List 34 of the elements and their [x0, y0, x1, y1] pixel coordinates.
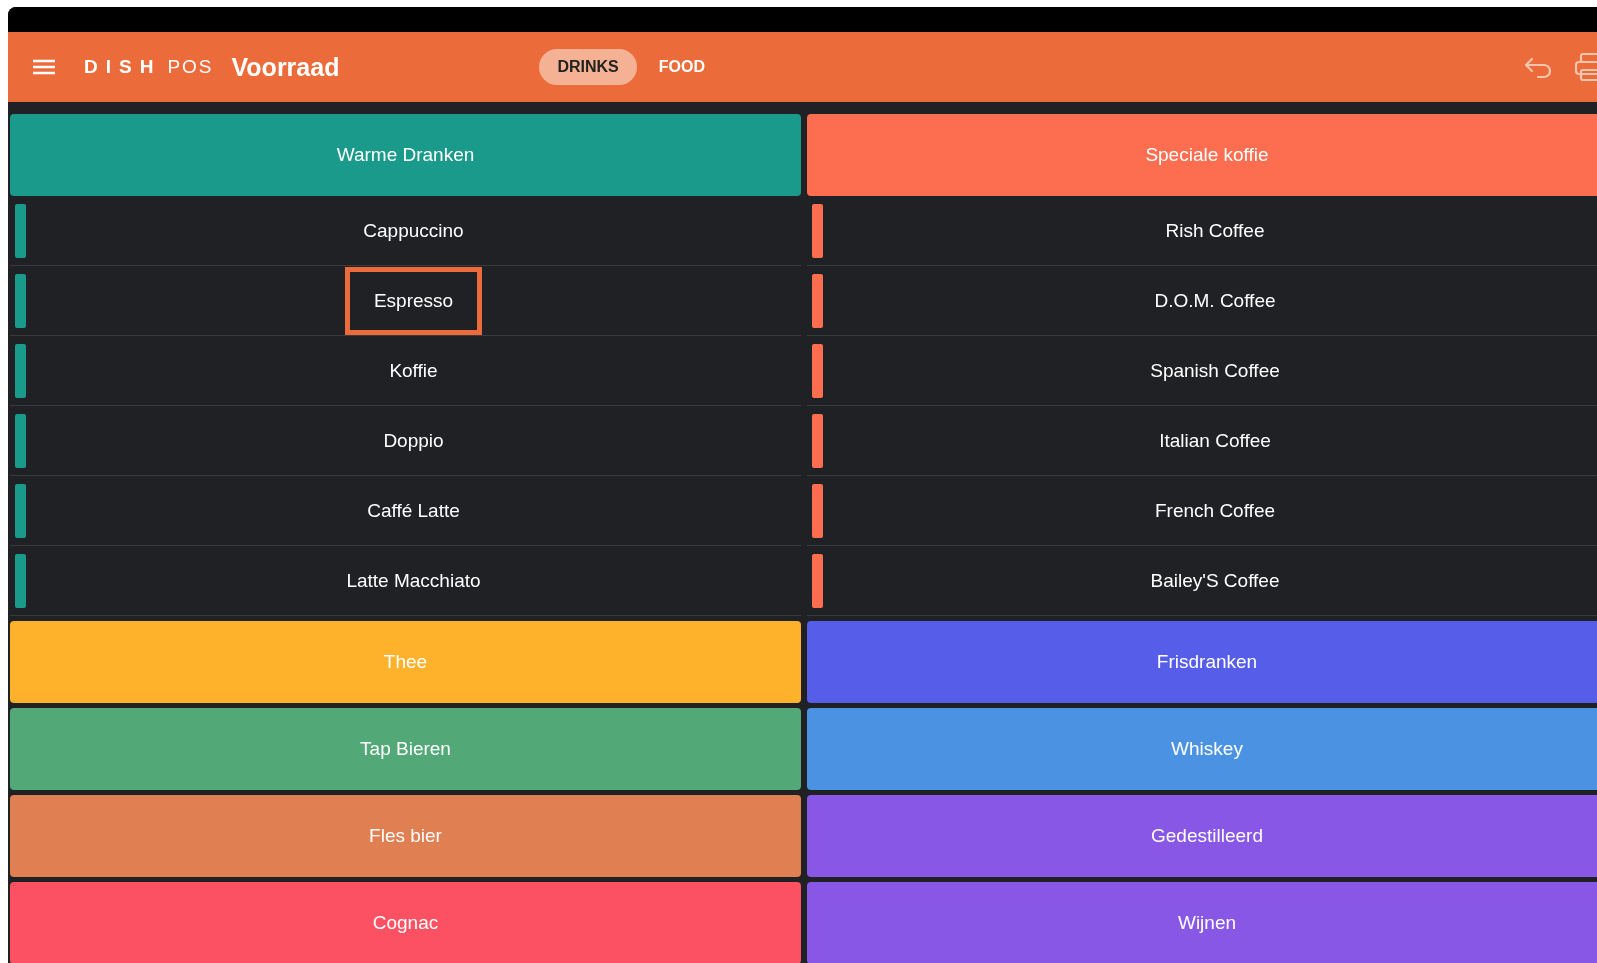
product-item[interactable]: Caffé Latte — [338, 476, 489, 545]
category-tile[interactable]: Gedestilleerd — [807, 795, 1597, 877]
page-title: Voorraad — [231, 52, 340, 82]
category-marker — [15, 413, 26, 468]
category-marker — [812, 343, 823, 398]
product-item[interactable]: Doppio — [354, 406, 473, 475]
product-item[interactable]: Bailey'S Coffee — [1121, 546, 1309, 615]
category-tile[interactable]: Frisdranken — [807, 621, 1597, 703]
product-item[interactable]: French Coffee — [1125, 476, 1305, 545]
product-item[interactable]: Cappuccino — [334, 196, 493, 265]
brand-suffix: POS — [167, 56, 214, 78]
product-item[interactable]: D.O.M. Coffee — [1125, 266, 1305, 335]
undo-icon[interactable] — [1524, 55, 1554, 79]
printer-icon[interactable] — [1574, 52, 1597, 82]
product-item[interactable]: Spanish Coffee — [1121, 336, 1309, 405]
category-marker — [812, 273, 823, 328]
product-item[interactable]: Rish Coffee — [1136, 196, 1294, 265]
category-tile[interactable]: Wijnen — [807, 882, 1597, 963]
category-marker — [812, 203, 823, 258]
menu-icon[interactable] — [32, 57, 58, 77]
category-tab[interactable]: DRINKS — [539, 49, 637, 85]
product-item[interactable]: Italian Coffee — [1130, 406, 1300, 475]
category-marker — [15, 343, 26, 398]
category-marker — [812, 553, 823, 608]
product-item[interactable]: Latte Macchiato — [317, 546, 510, 615]
product-item[interactable]: Espresso — [344, 266, 483, 335]
category-marker — [15, 483, 26, 538]
brand-name: DISH — [84, 56, 162, 78]
product-item[interactable]: Koffie — [360, 336, 467, 405]
category-marker — [812, 483, 823, 538]
category-marker — [15, 203, 26, 258]
category-marker — [15, 553, 26, 608]
category-marker — [812, 413, 823, 468]
category-marker — [15, 273, 26, 328]
